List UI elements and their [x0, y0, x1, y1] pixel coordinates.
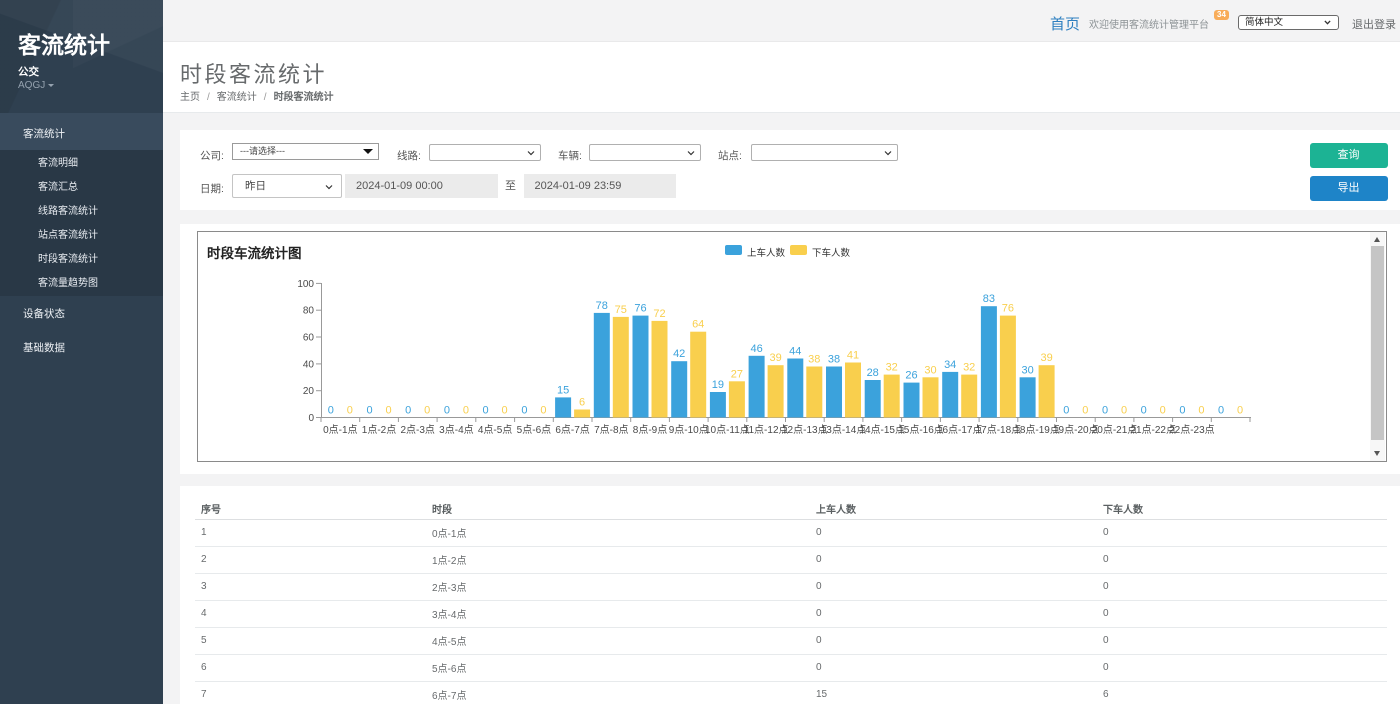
svg-text:5点-6点: 5点-6点 — [517, 424, 551, 436]
svg-text:0: 0 — [405, 405, 411, 417]
svg-text:0: 0 — [483, 405, 489, 417]
svg-text:76: 76 — [1002, 303, 1014, 315]
svg-text:26: 26 — [905, 370, 917, 382]
svg-text:2点-3点: 2点-3点 — [400, 424, 434, 436]
svg-text:0点-1点: 0点-1点 — [323, 424, 357, 436]
svg-text:0: 0 — [1102, 405, 1108, 417]
svg-text:100: 100 — [297, 279, 314, 290]
svg-text:0: 0 — [347, 405, 353, 417]
svg-text:39: 39 — [769, 352, 781, 364]
svg-text:75: 75 — [615, 304, 627, 316]
svg-text:0: 0 — [308, 413, 314, 424]
svg-text:38: 38 — [828, 354, 840, 366]
svg-text:0: 0 — [1218, 405, 1224, 417]
svg-text:27: 27 — [731, 368, 743, 380]
svg-text:3点-4点: 3点-4点 — [439, 424, 473, 436]
svg-text:20: 20 — [303, 386, 315, 397]
svg-text:83: 83 — [983, 293, 995, 305]
svg-text:7点-8点: 7点-8点 — [594, 424, 628, 436]
svg-text:40: 40 — [303, 359, 315, 370]
svg-text:6点-7点: 6点-7点 — [555, 424, 589, 436]
svg-text:39: 39 — [1040, 352, 1052, 364]
svg-text:0: 0 — [1237, 405, 1243, 417]
svg-text:22点-23点: 22点-23点 — [1169, 424, 1215, 436]
svg-text:30: 30 — [1021, 364, 1033, 376]
svg-text:8点-9点: 8点-9点 — [633, 424, 667, 436]
svg-text:4点-5点: 4点-5点 — [478, 424, 512, 436]
svg-text:0: 0 — [502, 405, 508, 417]
svg-text:78: 78 — [596, 300, 608, 312]
svg-text:9点-10点: 9点-10点 — [669, 424, 709, 436]
svg-text:6: 6 — [579, 397, 585, 409]
svg-text:0: 0 — [1198, 405, 1204, 417]
svg-text:28: 28 — [867, 367, 879, 379]
svg-text:0: 0 — [1121, 405, 1127, 417]
svg-text:15: 15 — [557, 384, 569, 396]
svg-text:76: 76 — [634, 303, 646, 315]
svg-text:41: 41 — [847, 350, 859, 362]
svg-text:0: 0 — [1082, 405, 1088, 417]
svg-text:30: 30 — [924, 364, 936, 376]
svg-text:72: 72 — [653, 308, 665, 320]
svg-text:0: 0 — [385, 405, 391, 417]
svg-text:0: 0 — [1063, 405, 1069, 417]
svg-text:0: 0 — [444, 405, 450, 417]
svg-text:34: 34 — [944, 359, 956, 371]
svg-text:0: 0 — [1141, 405, 1147, 417]
svg-text:0: 0 — [463, 405, 469, 417]
svg-text:42: 42 — [673, 348, 685, 360]
svg-text:46: 46 — [750, 343, 762, 355]
svg-text:60: 60 — [303, 333, 315, 344]
svg-text:38: 38 — [808, 354, 820, 366]
svg-text:0: 0 — [328, 405, 334, 417]
svg-text:32: 32 — [886, 362, 898, 374]
svg-text:0: 0 — [1179, 405, 1185, 417]
svg-text:80: 80 — [303, 306, 315, 317]
svg-text:32: 32 — [963, 362, 975, 374]
svg-text:1点-2点: 1点-2点 — [362, 424, 396, 436]
svg-text:0: 0 — [1160, 405, 1166, 417]
svg-text:0: 0 — [366, 405, 372, 417]
svg-text:44: 44 — [789, 346, 801, 358]
svg-text:0: 0 — [424, 405, 430, 417]
svg-text:19: 19 — [712, 379, 724, 391]
svg-text:0: 0 — [521, 405, 527, 417]
svg-text:0: 0 — [540, 405, 546, 417]
svg-text:64: 64 — [692, 319, 704, 331]
